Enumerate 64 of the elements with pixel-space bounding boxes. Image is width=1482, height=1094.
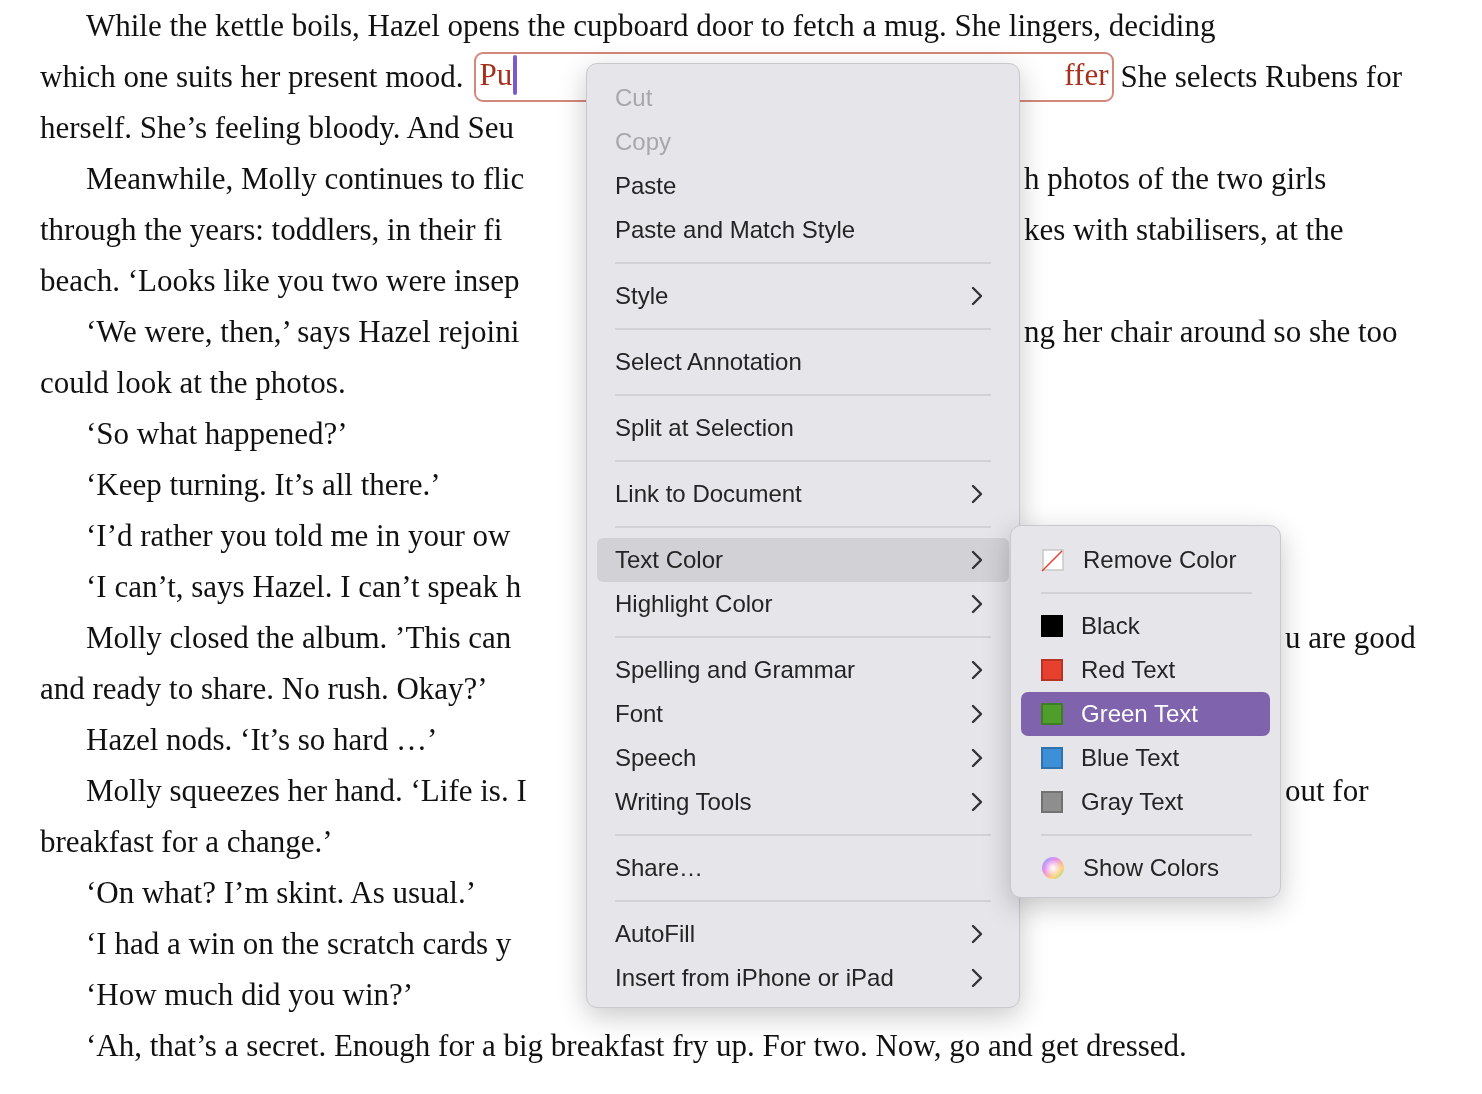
- body-text: Hazel nods. ‘It’s so hard …’: [86, 721, 438, 759]
- body-text: She selects Rubens for: [1120, 58, 1402, 96]
- body-text: which one suits her present mood.: [40, 58, 464, 96]
- menu-item[interactable]: Remove Color: [1021, 538, 1270, 582]
- body-text: ‘So what happened?’: [86, 415, 348, 453]
- body-text: ‘I can’t, says Hazel. I can’t speak h: [86, 568, 522, 606]
- chevron-icon: [971, 484, 983, 504]
- body-text: u are good: [1285, 619, 1416, 657]
- menu-item[interactable]: Link to Document: [597, 472, 1009, 516]
- body-text: ‘On what? I’m skint. As usual.’: [86, 874, 477, 912]
- body-text: ‘How much did you win?’: [86, 976, 414, 1014]
- body-text: out for: [1285, 772, 1369, 810]
- body-text: ‘Ah, that’s a secret. Enough for a big breakfast fry up. For two. Now, go and get dressed.: [86, 1027, 1187, 1065]
- menu-item[interactable]: Black: [1021, 604, 1270, 648]
- chevron-icon: [971, 660, 983, 680]
- menu-item[interactable]: AutoFill: [597, 912, 1009, 956]
- body-text: Meanwhile, Molly continues to flic: [86, 161, 525, 196]
- menu-item[interactable]: Font: [597, 692, 1009, 736]
- body-text: Molly closed the album. ’This can: [86, 620, 512, 655]
- no-color-icon: [1041, 548, 1065, 572]
- menu-item[interactable]: Paste: [597, 164, 1009, 208]
- menu-item[interactable]: Highlight Color: [597, 582, 1009, 626]
- chevron-icon: [971, 924, 983, 944]
- menu-item[interactable]: Split at Selection: [597, 406, 1009, 450]
- menu-item[interactable]: Gray Text: [1021, 780, 1270, 824]
- chevron-icon: [971, 286, 983, 306]
- chevron-icon: [971, 704, 983, 724]
- menu-item[interactable]: Writing Tools: [597, 780, 1009, 824]
- body-text: ‘I’d rather you told me in your ow: [86, 517, 511, 555]
- body-text: breakfast for a change.’: [40, 823, 333, 861]
- body-text: through the years: toddlers, in their fi: [40, 212, 503, 247]
- body-text: h photos of the two girls: [1024, 160, 1327, 198]
- annotation-text: ffer: [1064, 59, 1109, 90]
- menu-item[interactable]: Insert from iPhone or iPad: [597, 956, 1009, 1000]
- body-text: ‘I had a win on the scratch cards y: [86, 925, 512, 963]
- body-text: ‘Keep turning. It’s all there.’: [86, 466, 441, 504]
- body-text: beach. ‘Looks like you two were insep: [40, 262, 520, 300]
- body-text: ng her chair around so she too: [1024, 313, 1398, 351]
- body-text: Molly squeezes her hand. ‘Life is. I: [86, 773, 527, 808]
- menu-item[interactable]: Show Colors: [1021, 846, 1270, 890]
- body-text: ‘We were, then,’ says Hazel rejoini: [86, 314, 520, 349]
- chevron-icon: [971, 792, 983, 812]
- menu-item[interactable]: Blue Text: [1021, 736, 1270, 780]
- color-wheel-icon: [1041, 856, 1065, 880]
- menu-item[interactable]: Paste and Match Style: [597, 208, 1009, 252]
- menu-item[interactable]: Speech: [597, 736, 1009, 780]
- menu-item[interactable]: Green Text: [1021, 692, 1270, 736]
- menu-item[interactable]: Text Color: [597, 538, 1009, 582]
- annotation-text: Pu: [479, 59, 513, 90]
- chevron-icon: [971, 550, 983, 570]
- chevron-icon: [971, 594, 983, 614]
- body-text: and ready to share. No rush. Okay?’: [40, 670, 488, 708]
- body-text: kes with stabilisers, at the: [1024, 211, 1344, 249]
- menu-item[interactable]: Spelling and Grammar: [597, 648, 1009, 692]
- menu-item[interactable]: Share…: [597, 846, 1009, 890]
- chevron-icon: [971, 748, 983, 768]
- text-cursor: [513, 54, 518, 95]
- chevron-icon: [971, 968, 983, 988]
- menu-item[interactable]: Red Text: [1021, 648, 1270, 692]
- body-text: While the kettle boils, Hazel opens the cupboard door to fetch a mug. She lingers, deciding: [86, 7, 1216, 45]
- body-text: herself. She’s feeling bloody. And Seu: [40, 109, 515, 147]
- body-text: could look at the photos.: [40, 364, 346, 402]
- menu-item[interactable]: Select Annotation: [597, 340, 1009, 384]
- menu-item[interactable]: Style: [597, 274, 1009, 318]
